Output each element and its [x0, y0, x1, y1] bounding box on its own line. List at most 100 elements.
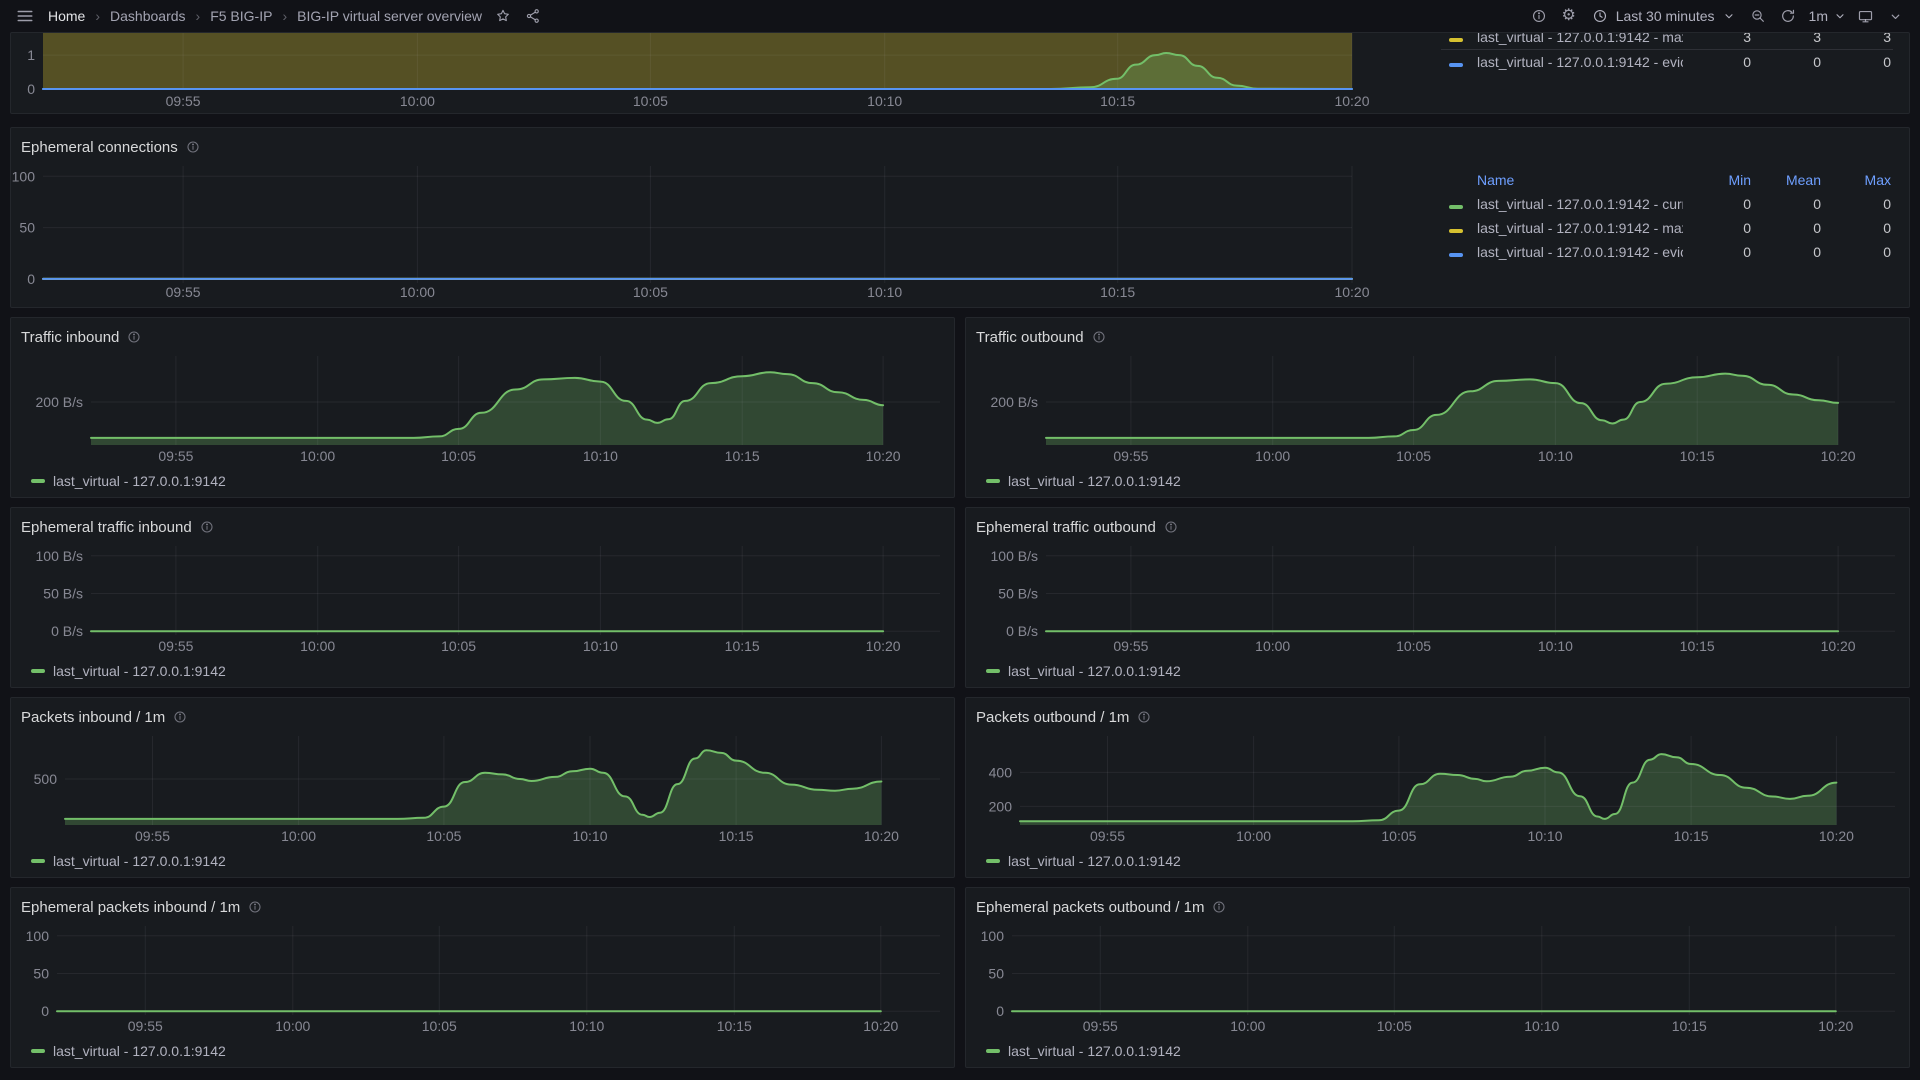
series-color-swatch: [986, 859, 1000, 863]
ephemeral-traffic-inbound-title[interactable]: Ephemeral traffic inbound: [21, 519, 192, 536]
legend-header-name[interactable]: Name: [1477, 172, 1683, 188]
legend-series-name[interactable]: last_virtual - 127.0.0.1:9142 - maximum: [1477, 220, 1683, 236]
dashboard-settings-button[interactable]: ⚙: [1554, 2, 1584, 30]
x-tick-label: 10:15: [1680, 638, 1715, 654]
favorite-star-button[interactable]: [488, 2, 518, 30]
packets-outbound-1m-title[interactable]: Packets outbound / 1m: [976, 709, 1129, 726]
panel-info-button[interactable]: [248, 900, 262, 914]
x-tick-label: 09:55: [1083, 1018, 1118, 1034]
legend-series-name[interactable]: last_virtual - 127.0.0.1:9142 - evicted: [1477, 244, 1683, 260]
breadcrumb-folder[interactable]: F5 BIG-IP: [210, 8, 272, 24]
series-color-swatch: [31, 479, 45, 483]
legend-header-mean[interactable]: Mean: [1753, 172, 1823, 188]
x-tick-label: 09:55: [128, 1018, 163, 1034]
ephemeral-connections-title[interactable]: Ephemeral connections: [21, 139, 178, 156]
x-tick-label: 09:55: [1090, 828, 1125, 844]
breadcrumb-separator: ›: [95, 8, 100, 24]
breadcrumb-dashboards[interactable]: Dashboards: [110, 8, 186, 24]
panel-info-button[interactable]: [1137, 710, 1151, 724]
refresh-interval-picker[interactable]: 1m: [1805, 2, 1850, 30]
nav-more-button[interactable]: [1880, 2, 1910, 30]
panel-info-button[interactable]: [1212, 900, 1226, 914]
x-tick-label: 10:00: [300, 638, 335, 654]
ephemeral-connections-chart[interactable]: 10050009:5510:0010:0510:1010:1510:20: [11, 158, 1371, 306]
x-tick-label: 10:10: [583, 448, 618, 464]
y-tick-label: 100: [12, 168, 36, 184]
legend-value-min: 3: [1683, 32, 1753, 45]
legend-item[interactable]: last_virtual - 127.0.0.1:9142: [986, 1043, 1181, 1059]
gear-icon: ⚙: [1562, 8, 1576, 24]
time-range-picker[interactable]: Last 30 minutes: [1584, 2, 1743, 30]
refresh-button[interactable]: [1773, 2, 1803, 30]
y-tick-label: 1: [27, 47, 35, 63]
ephemeral-traffic-outbound-title[interactable]: Ephemeral traffic outbound: [976, 519, 1156, 536]
legend-series-name[interactable]: last_virtual - 127.0.0.1:9142 - maximum: [1477, 32, 1683, 45]
legend-row: last_virtual - 127.0.0.1:9142 - maximum3…: [1441, 32, 1893, 50]
traffic-inbound-title[interactable]: Traffic inbound: [21, 329, 119, 346]
panel-header: Ephemeral traffic inbound: [11, 508, 954, 538]
traffic-outbound-title[interactable]: Traffic outbound: [976, 329, 1084, 346]
ephemeral-packets-inbound-1m-title[interactable]: Ephemeral packets inbound / 1m: [21, 899, 240, 916]
legend-series-name[interactable]: last_virtual - 127.0.0.1:9142 - evicted: [1477, 54, 1683, 70]
x-tick-label: 10:00: [400, 93, 435, 109]
x-tick-label: 10:00: [281, 828, 316, 844]
grafana-app: Home › Dashboards › F5 BIG-IP › BIG-IP v…: [0, 0, 1920, 1068]
legend-header-max[interactable]: Max: [1823, 172, 1893, 188]
x-tick-label: 10:10: [1527, 828, 1562, 844]
panel-info-button[interactable]: [127, 330, 141, 344]
legend-value-mean: 0: [1753, 196, 1823, 212]
tv-mode-button[interactable]: [1850, 2, 1880, 30]
dashboard-info-button[interactable]: [1524, 2, 1554, 30]
ephemeral-traffic-inbound-chart[interactable]: 100 B/s50 B/s0 B/s09:5510:0010:0510:1010…: [11, 538, 954, 658]
x-tick-label: 09:55: [166, 284, 201, 300]
panel-info-button[interactable]: [200, 520, 214, 534]
y-tick-label: 200 B/s: [36, 394, 83, 410]
ephemeral-packets-outbound-1m-chart[interactable]: 10050009:5510:0010:0510:1010:1510:20: [966, 918, 1909, 1038]
breadcrumb-home[interactable]: Home: [48, 8, 85, 24]
panel-info-button[interactable]: [1092, 330, 1106, 344]
share-icon: [525, 8, 541, 24]
x-tick-label: 10:10: [1538, 638, 1573, 654]
panel-info-icon: [127, 330, 141, 344]
traffic-outbound-chart[interactable]: 200 B/s09:5510:0010:0510:1010:1510:20: [966, 348, 1909, 468]
legend-item[interactable]: last_virtual - 127.0.0.1:9142: [31, 853, 226, 869]
series-color-swatch: [1449, 229, 1463, 233]
legend-series-name[interactable]: last_virtual - 127.0.0.1:9142 - current: [1477, 196, 1683, 212]
legend-item[interactable]: last_virtual - 127.0.0.1:9142: [986, 473, 1181, 489]
ephemeral-packets-outbound-1m-title[interactable]: Ephemeral packets outbound / 1m: [976, 899, 1204, 916]
packets-inbound-1m-title[interactable]: Packets inbound / 1m: [21, 709, 165, 726]
legend-value-max: 0: [1823, 244, 1893, 260]
ephemeral-traffic-outbound-chart[interactable]: 100 B/s50 B/s0 B/s09:5510:0010:0510:1010…: [966, 538, 1909, 658]
legend-item[interactable]: last_virtual - 127.0.0.1:9142: [31, 473, 226, 489]
legend-item[interactable]: last_virtual - 127.0.0.1:9142: [986, 663, 1181, 679]
zoom-out-time-button[interactable]: [1743, 2, 1773, 30]
x-tick-label: 10:10: [583, 638, 618, 654]
packets-outbound-1m-chart[interactable]: 40020009:5510:0010:0510:1010:1510:20: [966, 728, 1909, 848]
connections-chart[interactable]: 1009:5510:0010:0510:1010:1510:20: [11, 33, 1371, 113]
packets-inbound-1m-chart[interactable]: 50009:5510:0010:0510:1010:1510:20: [11, 728, 954, 848]
y-tick-label: 200 B/s: [991, 394, 1038, 410]
x-tick-label: 10:05: [441, 448, 476, 464]
ephemeral-packets-inbound-1m-legend: last_virtual - 127.0.0.1:9142: [11, 1043, 954, 1059]
share-button[interactable]: [518, 2, 548, 30]
x-tick-label: 10:20: [1818, 1018, 1853, 1034]
panel-info-button[interactable]: [173, 710, 187, 724]
series-color-swatch: [986, 479, 1000, 483]
legend-item[interactable]: last_virtual - 127.0.0.1:9142: [31, 663, 226, 679]
menu-toggle-button[interactable]: [10, 2, 40, 30]
ephemeral-packets-inbound-1m-chart[interactable]: 10050009:5510:0010:0510:1010:1510:20: [11, 918, 954, 1038]
x-tick-label: 09:55: [1113, 448, 1148, 464]
legend-header-min[interactable]: Min: [1683, 172, 1753, 188]
dashboard-panels: 1 0 09:55 10:00 10:05 10:10 10:15 10:20 last_vir…: [0, 32, 1920, 1068]
refresh-icon: [1780, 8, 1796, 24]
panel-header: Traffic inbound: [11, 318, 954, 348]
legend-item[interactable]: last_virtual - 127.0.0.1:9142: [31, 1043, 226, 1059]
x-tick-label: 10:05: [1396, 638, 1431, 654]
panel-info-button[interactable]: [186, 140, 200, 154]
breadcrumb: Home › Dashboards › F5 BIG-IP › BIG-IP v…: [48, 8, 482, 24]
panel-info-button[interactable]: [1164, 520, 1178, 534]
legend-item[interactable]: last_virtual - 127.0.0.1:9142: [986, 853, 1181, 869]
traffic-inbound-chart[interactable]: 200 B/s09:5510:0010:0510:1010:1510:20: [11, 348, 954, 468]
ephemeral-traffic-inbound-legend: last_virtual - 127.0.0.1:9142: [11, 663, 954, 679]
x-tick-label: 10:20: [866, 448, 901, 464]
